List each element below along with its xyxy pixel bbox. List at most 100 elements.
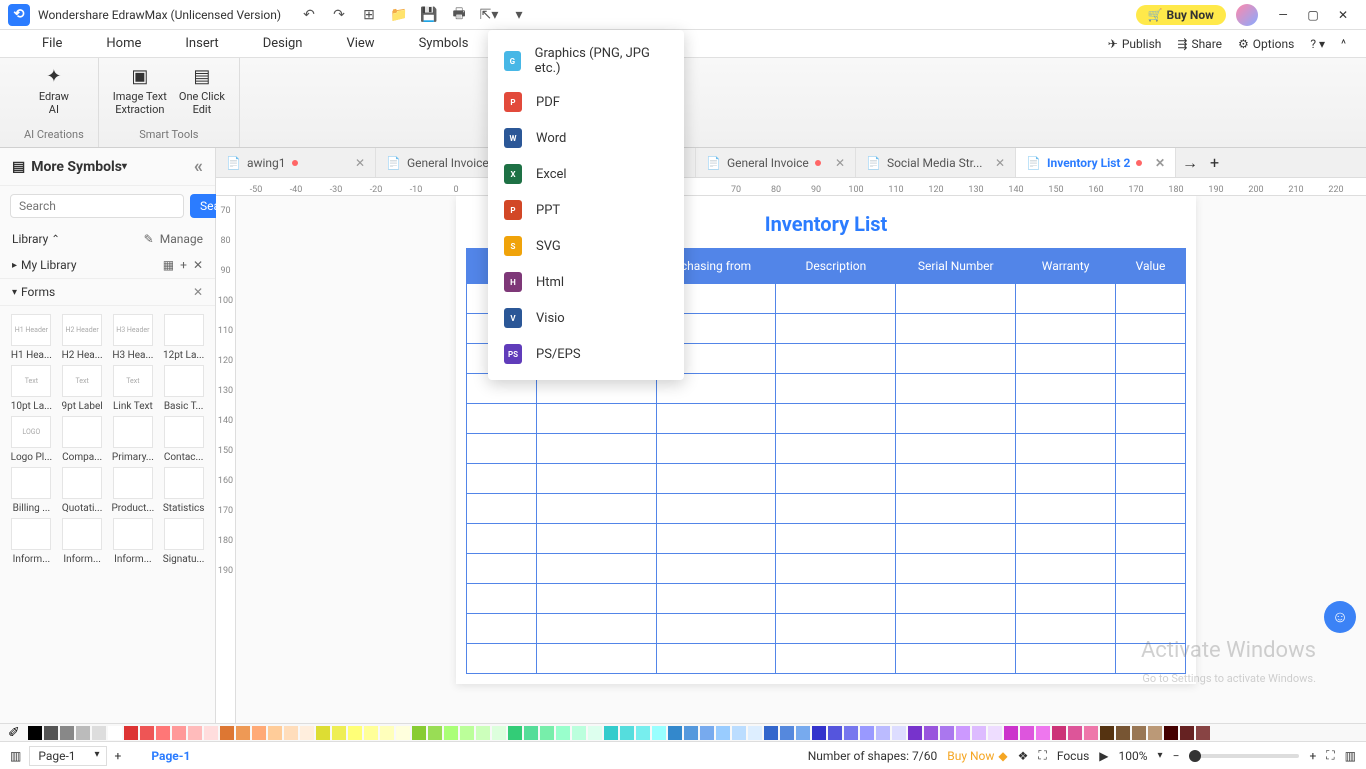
- buy-now-button[interactable]: 🛒Buy Now: [1136, 5, 1226, 25]
- color-swatch[interactable]: [892, 726, 906, 740]
- table-cell[interactable]: [536, 404, 656, 434]
- table-cell[interactable]: [656, 584, 776, 614]
- panel-icon[interactable]: ▥: [1345, 749, 1356, 763]
- color-swatch[interactable]: [476, 726, 490, 740]
- table-row[interactable]: [467, 644, 1186, 674]
- options-button[interactable]: ⚙Options: [1238, 37, 1294, 51]
- table-cell[interactable]: [656, 614, 776, 644]
- form-symbol[interactable]: Basic T...: [160, 365, 207, 412]
- color-swatch[interactable]: [812, 726, 826, 740]
- form-symbol[interactable]: Product...: [110, 467, 157, 514]
- table-cell[interactable]: [467, 434, 537, 464]
- table-cell[interactable]: [776, 284, 896, 314]
- close-icon[interactable]: ✕: [193, 258, 203, 272]
- color-swatch[interactable]: [588, 726, 602, 740]
- form-symbol[interactable]: H1 HeaderH1 Hea...: [8, 314, 55, 361]
- menu-insert[interactable]: Insert: [163, 30, 240, 58]
- table-cell[interactable]: [896, 524, 1016, 554]
- print-icon[interactable]: 🖶: [451, 7, 467, 23]
- color-swatch[interactable]: [1100, 726, 1114, 740]
- color-swatch[interactable]: [1116, 726, 1130, 740]
- table-row[interactable]: [467, 404, 1186, 434]
- table-cell[interactable]: [896, 374, 1016, 404]
- document-tab[interactable]: 📄awing1✕: [216, 148, 376, 178]
- color-swatch[interactable]: [332, 726, 346, 740]
- table-cell[interactable]: [536, 494, 656, 524]
- color-swatch[interactable]: [748, 726, 762, 740]
- table-cell[interactable]: [656, 434, 776, 464]
- chevron-up-icon[interactable]: ⌃: [51, 234, 59, 245]
- form-symbol[interactable]: Text10pt La...: [8, 365, 55, 412]
- table-cell[interactable]: [656, 494, 776, 524]
- focus-label[interactable]: Focus: [1057, 749, 1089, 763]
- undo-icon[interactable]: ↶: [301, 7, 317, 23]
- user-avatar[interactable]: [1236, 4, 1258, 26]
- form-symbol[interactable]: Inform...: [8, 518, 55, 565]
- menu-design[interactable]: Design: [241, 30, 325, 58]
- color-swatch[interactable]: [444, 726, 458, 740]
- color-swatch[interactable]: [28, 726, 42, 740]
- table-header[interactable]: Value: [1116, 249, 1186, 284]
- color-swatch[interactable]: [956, 726, 970, 740]
- menu-home[interactable]: Home: [84, 30, 163, 58]
- close-tab-icon[interactable]: ✕: [835, 156, 845, 170]
- export-menu-item[interactable]: PPDF: [488, 84, 684, 120]
- save-icon[interactable]: 💾: [421, 7, 437, 23]
- forms-header[interactable]: ▾ Forms ✕: [0, 278, 215, 306]
- color-swatch[interactable]: [1180, 726, 1194, 740]
- focus-icon[interactable]: ⛶: [1038, 748, 1046, 763]
- table-cell[interactable]: [1016, 614, 1116, 644]
- table-cell[interactable]: [896, 434, 1016, 464]
- table-cell[interactable]: [896, 554, 1016, 584]
- color-swatch[interactable]: [1004, 726, 1018, 740]
- image-text-extraction-button[interactable]: ▣ Image Text Extraction: [113, 64, 167, 116]
- color-swatch[interactable]: [652, 726, 666, 740]
- table-cell[interactable]: [1116, 344, 1186, 374]
- table-cell[interactable]: [1016, 524, 1116, 554]
- color-swatch[interactable]: [300, 726, 314, 740]
- table-row[interactable]: [467, 554, 1186, 584]
- table-cell[interactable]: [1016, 374, 1116, 404]
- table-cell[interactable]: [776, 374, 896, 404]
- color-swatch[interactable]: [972, 726, 986, 740]
- play-icon[interactable]: ▶: [1099, 749, 1108, 763]
- close-tab-icon[interactable]: ✕: [355, 156, 365, 170]
- table-cell[interactable]: [1016, 314, 1116, 344]
- table-cell[interactable]: [896, 344, 1016, 374]
- export-menu-item[interactable]: SSVG: [488, 228, 684, 264]
- table-cell[interactable]: [536, 614, 656, 644]
- new-tab-icon[interactable]: +: [1204, 153, 1225, 172]
- table-cell[interactable]: [1016, 344, 1116, 374]
- color-swatch[interactable]: [1068, 726, 1082, 740]
- export-menu-item[interactable]: GGraphics (PNG, JPG etc.): [488, 38, 684, 84]
- color-swatch[interactable]: [44, 726, 58, 740]
- table-cell[interactable]: [896, 284, 1016, 314]
- form-symbol[interactable]: Compa...: [59, 416, 106, 463]
- table-cell[interactable]: [896, 614, 1016, 644]
- table-cell[interactable]: [896, 404, 1016, 434]
- color-swatch[interactable]: [876, 726, 890, 740]
- table-cell[interactable]: [1016, 464, 1116, 494]
- table-cell[interactable]: [656, 644, 776, 674]
- table-cell[interactable]: [1016, 644, 1116, 674]
- table-header[interactable]: Warranty: [1016, 249, 1116, 284]
- color-swatch[interactable]: [716, 726, 730, 740]
- color-swatch[interactable]: [668, 726, 682, 740]
- color-swatch[interactable]: [940, 726, 954, 740]
- table-cell[interactable]: [1116, 284, 1186, 314]
- help-button[interactable]: ? ▾: [1310, 37, 1325, 51]
- table-cell[interactable]: [1116, 644, 1186, 674]
- table-cell[interactable]: [1116, 404, 1186, 434]
- share-button[interactable]: ⇶Share: [1177, 37, 1222, 51]
- table-cell[interactable]: [776, 554, 896, 584]
- color-swatch[interactable]: [556, 726, 570, 740]
- color-swatch[interactable]: [1084, 726, 1098, 740]
- form-symbol[interactable]: Primary...: [110, 416, 157, 463]
- zoom-out-icon[interactable]: −: [1173, 749, 1180, 763]
- form-symbol[interactable]: Inform...: [59, 518, 106, 565]
- manage-link[interactable]: Manage: [160, 232, 203, 246]
- close-tab-icon[interactable]: ✕: [1155, 156, 1165, 170]
- table-row[interactable]: [467, 494, 1186, 524]
- table-row[interactable]: [467, 524, 1186, 554]
- minimize-button[interactable]: —: [1268, 0, 1298, 30]
